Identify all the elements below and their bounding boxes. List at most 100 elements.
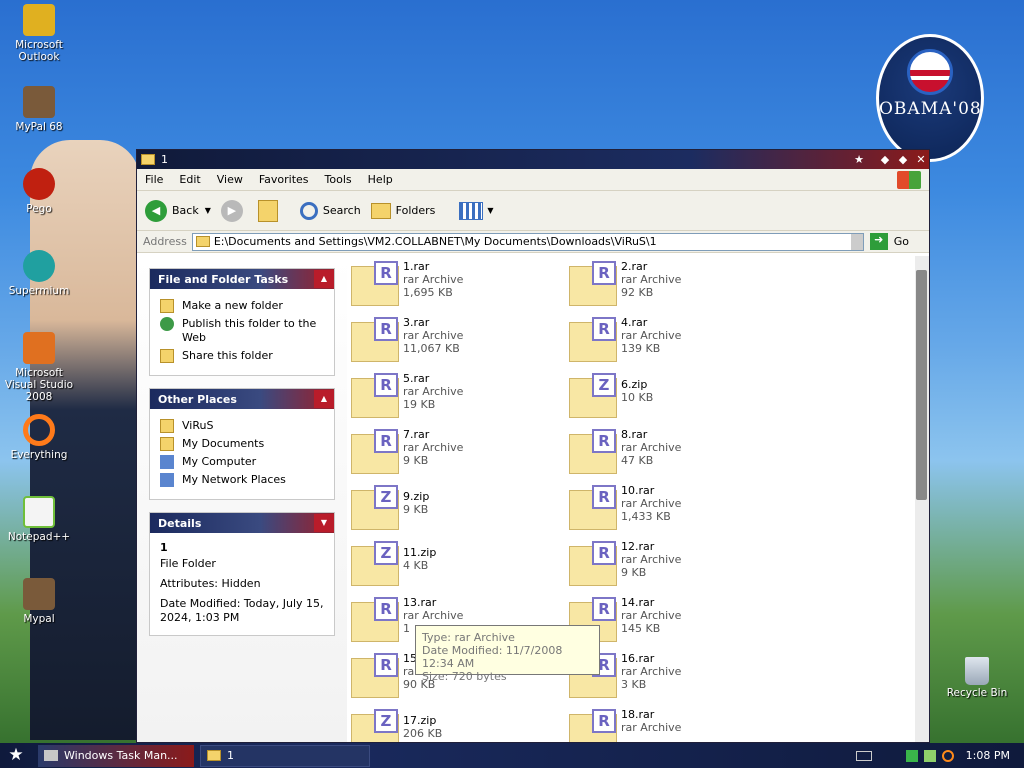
details-group: Details ▼ 1 File Folder Attributes: Hidd…	[149, 512, 335, 636]
task-share-folder[interactable]: Share this folder	[160, 349, 324, 363]
file-item[interactable]: Z 11.zip 4 KB	[351, 540, 551, 590]
address-dropdown-button[interactable]	[850, 233, 863, 250]
desktop-icon-label: Notepad++	[7, 531, 71, 543]
taskbar-item-folder-1[interactable]: 1	[200, 744, 370, 767]
task-publish-folder[interactable]: Publish this folder to the Web	[160, 317, 324, 345]
everything-icon	[23, 414, 55, 446]
file-name: 5.rar	[403, 372, 430, 385]
back-arrow-icon: ◀	[145, 199, 167, 222]
desktop-icon-recycle-bin[interactable]: Recycle Bin	[942, 657, 1012, 699]
start-button[interactable]: ★	[0, 743, 32, 768]
badge: Z	[592, 373, 616, 397]
search-icon	[299, 201, 318, 220]
desktop-icon-pego[interactable]: Pego	[4, 168, 74, 215]
task-make-new-folder[interactable]: Make a new folder	[160, 299, 324, 313]
file-size: 19 KB	[403, 398, 436, 411]
badge: R	[592, 597, 616, 621]
file-type: rar Archive	[621, 609, 682, 622]
place-my-network[interactable]: My Network Places	[160, 473, 324, 487]
network-icon[interactable]	[923, 749, 936, 762]
desktop-icon-mypal[interactable]: Mypal	[4, 578, 74, 625]
desktop-icon-mypal68[interactable]: MyPal 68	[4, 86, 74, 133]
title-bar[interactable]: 1 ★ ◆ ◆ ✕	[137, 150, 929, 169]
maximize-button[interactable]: ◆	[895, 152, 911, 168]
place-my-computer[interactable]: My Computer	[160, 455, 324, 469]
desktop-icon-supermium[interactable]: Supermium	[4, 250, 74, 297]
file-tooltip: Type: rar Archive Date Modified: 11/7/20…	[415, 625, 600, 683]
collapse-icon[interactable]: ▲	[314, 270, 334, 288]
group-header[interactable]: File and Folder Tasks ▲	[150, 269, 334, 289]
place-my-documents[interactable]: My Documents	[160, 437, 324, 451]
file-item[interactable]: R 2.rar rar Archive 92 KB	[569, 260, 769, 310]
up-folder-button[interactable]	[257, 199, 290, 222]
place-label: My Computer	[182, 455, 257, 468]
desktop-icon-visual-studio[interactable]: Microsoft Visual Studio 2008	[4, 332, 74, 403]
desktop-icon-notepadpp[interactable]: Notepad++	[4, 496, 74, 543]
minimize-button[interactable]: ◆	[877, 152, 893, 168]
recycle-bin-icon	[965, 657, 989, 685]
file-item[interactable]: R 5.rar rar Archive 19 KB	[351, 372, 551, 422]
close-button[interactable]: ✕	[913, 152, 929, 168]
collapse-icon[interactable]: ▲	[314, 390, 334, 408]
file-item[interactable]: R 1.rar rar Archive 1,695 KB	[351, 260, 551, 310]
collapse-icon[interactable]: ▼	[314, 514, 334, 532]
mypal-icon	[23, 86, 55, 118]
go-label: Go	[893, 235, 909, 248]
file-name: 13.rar	[403, 596, 437, 609]
file-item[interactable]: R 8.rar rar Archive 47 KB	[569, 428, 769, 478]
file-item[interactable]: Z 17.zip 206 KB	[351, 708, 551, 742]
folders-button[interactable]: Folders	[370, 202, 435, 219]
desktop-icon-outlook[interactable]: Microsoft Outlook	[4, 4, 74, 63]
group-header[interactable]: Other Places ▲	[150, 389, 334, 409]
file-name: 1.rar	[403, 260, 430, 273]
file-item[interactable]: Z 6.zip 10 KB	[569, 372, 769, 422]
back-button[interactable]: ◀ Back ▼	[145, 199, 211, 222]
file-item[interactable]: R 7.rar rar Archive 9 KB	[351, 428, 551, 478]
my-computer-icon	[160, 455, 174, 469]
taskbar: ★ Windows Task Man... 1 1:08 PM	[0, 743, 1024, 768]
menu-tools[interactable]: Tools	[317, 173, 360, 186]
place-virus[interactable]: ViRuS	[160, 419, 324, 433]
taskbar-item-task-manager[interactable]: Windows Task Man...	[38, 744, 194, 767]
chevron-down-icon[interactable]: ▼	[205, 206, 211, 215]
file-type: rar Archive	[621, 553, 682, 566]
clock[interactable]: 1:08 PM	[966, 749, 1010, 762]
taskbar-item-label: Windows Task Man...	[64, 749, 178, 762]
file-size: 10 KB	[621, 391, 654, 404]
menu-favorites[interactable]: Favorites	[251, 173, 317, 186]
rar-archive-icon: R	[351, 261, 399, 306]
toolbar: ◀ Back ▼ ▶ Search Folders ▼	[137, 191, 929, 231]
rar-archive-icon: R	[569, 261, 617, 306]
file-item[interactable]: R 4.rar rar Archive 139 KB	[569, 316, 769, 366]
tray-app-icon[interactable]	[905, 749, 918, 762]
views-button[interactable]: ▼	[459, 201, 494, 220]
group-header[interactable]: Details ▼	[150, 513, 334, 533]
menu-edit[interactable]: Edit	[171, 173, 208, 186]
vertical-scrollbar[interactable]	[915, 256, 929, 742]
search-button[interactable]: Search	[299, 201, 361, 220]
badge: R	[592, 541, 616, 565]
file-item[interactable]: R 10.rar rar Archive 1,433 KB	[569, 484, 769, 534]
file-name: 12.rar	[621, 540, 655, 553]
menu-help[interactable]: Help	[360, 173, 401, 186]
file-item[interactable]: R 3.rar rar Archive 11,067 KB	[351, 316, 551, 366]
notepad-plus-plus-icon	[23, 496, 55, 528]
desktop-icon-everything[interactable]: Everything	[4, 414, 74, 461]
everything-tray-icon[interactable]	[941, 749, 954, 762]
badge: R	[374, 653, 398, 677]
file-item[interactable]: R 18.rar rar Archive	[569, 708, 769, 742]
go-button[interactable]: ➜ Go	[869, 233, 909, 250]
file-name: 17.zip	[403, 714, 437, 727]
keyboard-icon[interactable]	[855, 750, 872, 761]
forward-button[interactable]: ▶	[220, 199, 248, 222]
scrollbar-thumb[interactable]	[916, 270, 927, 500]
badge: R	[592, 429, 616, 453]
file-size: 9 KB	[621, 566, 647, 579]
menu-view[interactable]: View	[209, 173, 251, 186]
file-item[interactable]: R 12.rar rar Archive 9 KB	[569, 540, 769, 590]
file-name: 9.zip	[403, 490, 430, 503]
file-item[interactable]: Z 9.zip 9 KB	[351, 484, 551, 534]
menu-file[interactable]: File	[137, 173, 171, 186]
file-type: rar Archive	[621, 441, 682, 454]
address-input[interactable]: E:\Documents and Settings\VM2.COLLABNET\…	[191, 232, 864, 251]
